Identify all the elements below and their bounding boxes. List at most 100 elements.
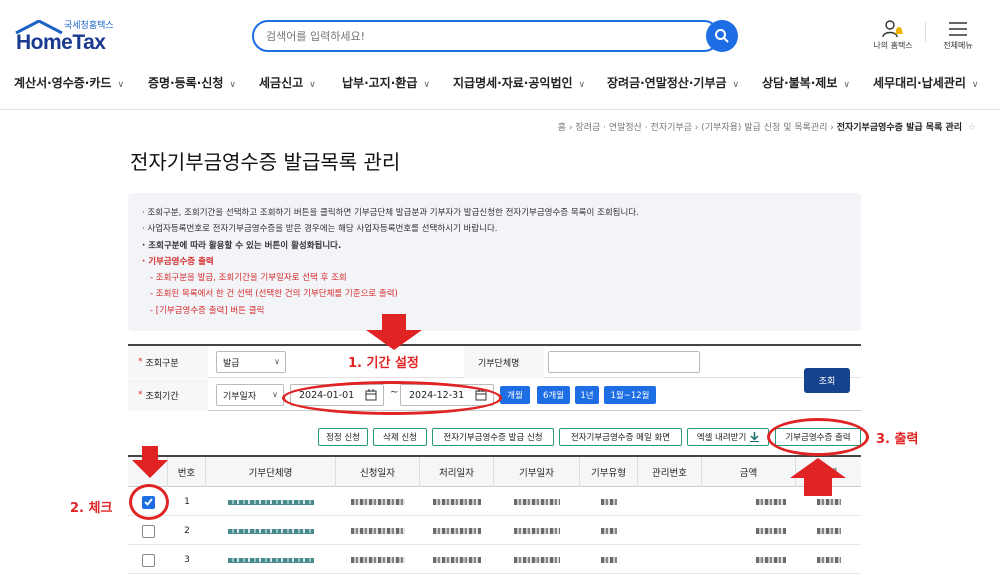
row-checkbox[interactable] — [141, 553, 155, 567]
row-request-date — [336, 517, 420, 545]
org-name-label: 기부단체명 — [464, 346, 544, 378]
correction-request-button[interactable]: 정정 신청 — [318, 428, 368, 446]
row-donation-date — [494, 517, 580, 545]
annotation-arrow-up-icon — [790, 458, 846, 496]
star-icon[interactable]: ☆ — [968, 123, 976, 133]
download-icon — [750, 432, 760, 442]
site-header: 국세청홈택스 HomeTax 나의 홈택스 전체메뉴 — [0, 0, 1000, 110]
period-type-select[interactable]: 기부일자 ∨ — [216, 384, 284, 406]
breadcrumb-current: 전자기부금영수증 발급 목록 관리 — [836, 123, 963, 133]
row-process-date — [420, 517, 494, 545]
user-bell-icon — [882, 20, 903, 38]
info-line: · 사업자등록번호로 전자기부금영수증을 받은 경우에는 해당 사업자등록번호를… — [142, 224, 498, 235]
search-button[interactable] — [706, 20, 738, 52]
excel-download-button[interactable]: 엑셀 내려받기 — [687, 428, 769, 446]
info-box: · 조회구분, 조회기간을 선택하고 조회하기 버튼을 클릭하면 기부금단체 발… — [128, 193, 861, 331]
gnb-item-invoice[interactable]: 계산서·영수증·카드 ∨ — [14, 74, 124, 91]
period-6month-button[interactable]: 6개월 — [537, 386, 570, 404]
row-process-date — [420, 546, 494, 574]
annotation-step2: 2. 체크 — [70, 501, 113, 516]
annotation-ellipse-print — [767, 418, 869, 456]
chevron-down-icon: ∨ — [272, 390, 278, 399]
query-button[interactable]: 조회 — [804, 368, 850, 393]
global-navigation: 계산서·영수증·카드 ∨ 증명·등록·신청 ∨ 세금신고 ∨ 납부·고지·환급 ∨ 지급… — [0, 68, 1000, 98]
chevron-down-icon: ∨ — [309, 80, 316, 90]
row-org-name[interactable] — [206, 546, 336, 574]
table-row[interactable]: 1 — [128, 488, 861, 516]
receipt-table: 번호 기부단체명 신청일자 처리일자 기부일자 기부유형 관리번호 금액 상태 … — [128, 455, 861, 575]
row-checkbox-cell — [128, 517, 168, 545]
row-donation-type — [580, 488, 638, 516]
all-menu-button[interactable]: 전체메뉴 — [928, 18, 988, 51]
breadcrumb-home[interactable]: 홈 — [558, 123, 566, 133]
header-number: 번호 — [168, 457, 206, 487]
chevron-down-icon: ∨ — [843, 80, 850, 90]
logo-korean: 국세청홈택스 — [64, 21, 114, 31]
row-status — [796, 546, 861, 574]
hamburger-menu-icon — [949, 22, 967, 36]
row-org-name[interactable] — [206, 488, 336, 516]
row-number: 2 — [184, 526, 190, 536]
row-request-date — [336, 546, 420, 574]
gnb-item-statement[interactable]: 지급명세·자료·공익법인 ∨ — [453, 74, 585, 91]
chevron-down-icon: ∨ — [274, 357, 280, 366]
table-header: 번호 기부단체명 신청일자 처리일자 기부일자 기부유형 관리번호 금액 상태 — [128, 457, 861, 487]
table-row[interactable]: 2 — [128, 517, 861, 545]
logo-english: HomeTax — [16, 31, 106, 54]
my-hometax-button[interactable]: 나의 홈택스 — [863, 18, 923, 51]
all-menu-label: 전체메뉴 — [943, 41, 973, 50]
row-number: 1 — [184, 497, 190, 507]
info-line: · 조회구분, 조회기간을 선택하고 조회하기 버튼을 클릭하면 기부금단체 발… — [142, 208, 639, 218]
annotation-ellipse-checkbox — [129, 484, 169, 520]
annotation-ellipse-period — [282, 381, 502, 415]
page-title: 전자기부금영수증 발급목록 관리 — [130, 150, 401, 174]
gnb-item-consult[interactable]: 상담·불복·제보 ∨ — [762, 74, 850, 91]
header-request-date: 신청일자 — [336, 457, 420, 487]
gnb-item-payment[interactable]: 납부·고지·환급 ∨ — [342, 74, 430, 91]
deletion-request-button[interactable]: 삭제 신청 — [373, 428, 427, 446]
period-jan-dec-button[interactable]: 1월~12월 — [604, 386, 656, 404]
query-type-select[interactable]: 발급 ∨ — [216, 351, 286, 373]
issue-request-button[interactable]: 전자기부금영수증 발급 신청 — [432, 428, 554, 446]
gnb-item-tax-agent[interactable]: 세무대리·납세관리 ∨ — [873, 74, 978, 91]
my-hometax-label: 나의 홈택스 — [873, 41, 913, 50]
period-label: * 조회기간 — [128, 379, 208, 411]
search-box — [252, 20, 720, 52]
period-3month-button[interactable]: 개월 — [500, 386, 530, 404]
annotation-arrow-down-icon — [366, 314, 422, 350]
row-manage-number — [638, 517, 702, 545]
form-row-query-type: * 조회구분 발급 ∨ 기부단체명 — [128, 346, 861, 378]
breadcrumb: 홈 › 장려금 · 연말정산 · 전자기부금 › (기부자용) 발급 신청 및 … — [557, 123, 976, 133]
hometax-logo[interactable]: 국세청홈택스 HomeTax — [14, 18, 124, 56]
table-row[interactable]: 3 — [128, 546, 861, 574]
row-checkbox[interactable] — [141, 524, 155, 538]
period-1year-button[interactable]: 1년 — [575, 386, 599, 404]
header-donation-type: 기부유형 — [580, 457, 638, 487]
row-amount — [702, 517, 796, 545]
gnb-item-tax-return[interactable]: 세금신고 ∨ — [259, 74, 316, 91]
search-input[interactable] — [266, 22, 696, 50]
info-red-line: - 조회구분을 발급, 조회기간을 기부일자로 선택 후 조회 — [150, 273, 347, 284]
chevron-down-icon: ∨ — [971, 80, 979, 90]
row-manage-number — [638, 546, 702, 574]
row-status — [796, 517, 861, 545]
row-request-date — [336, 488, 420, 516]
row-org-name[interactable] — [206, 517, 336, 545]
header-org-name: 기부단체명 — [206, 457, 336, 487]
chevron-down-icon: ∨ — [578, 80, 586, 90]
header-process-date: 처리일자 — [420, 457, 494, 487]
row-checkbox-cell — [128, 546, 168, 574]
annotation-step3: 3. 출력 — [876, 432, 919, 447]
gnb-item-incentive[interactable]: 장려금·연말정산·기부금 ∨ — [607, 74, 739, 91]
chevron-down-icon: ∨ — [423, 80, 430, 90]
org-name-input[interactable] — [548, 351, 700, 373]
info-line: · 조회구분에 따라 활용할 수 있는 버튼이 활성화됩니다. — [142, 240, 342, 251]
header-donation-date: 기부일자 — [494, 457, 580, 487]
chevron-down-icon: ∨ — [732, 80, 740, 90]
email-screen-button[interactable]: 전자기부금영수증 메일 화면 — [559, 428, 682, 446]
gnb-item-certificate[interactable]: 증명·등록·신청 ∨ — [148, 74, 236, 91]
chevron-down-icon: ∨ — [117, 80, 125, 90]
breadcrumb-path[interactable]: 장려금 · 연말정산 · 전자기부금 › (기부자용) 발급 신청 및 목록관리… — [575, 123, 833, 133]
row-donation-date — [494, 546, 580, 574]
row-process-date — [420, 488, 494, 516]
